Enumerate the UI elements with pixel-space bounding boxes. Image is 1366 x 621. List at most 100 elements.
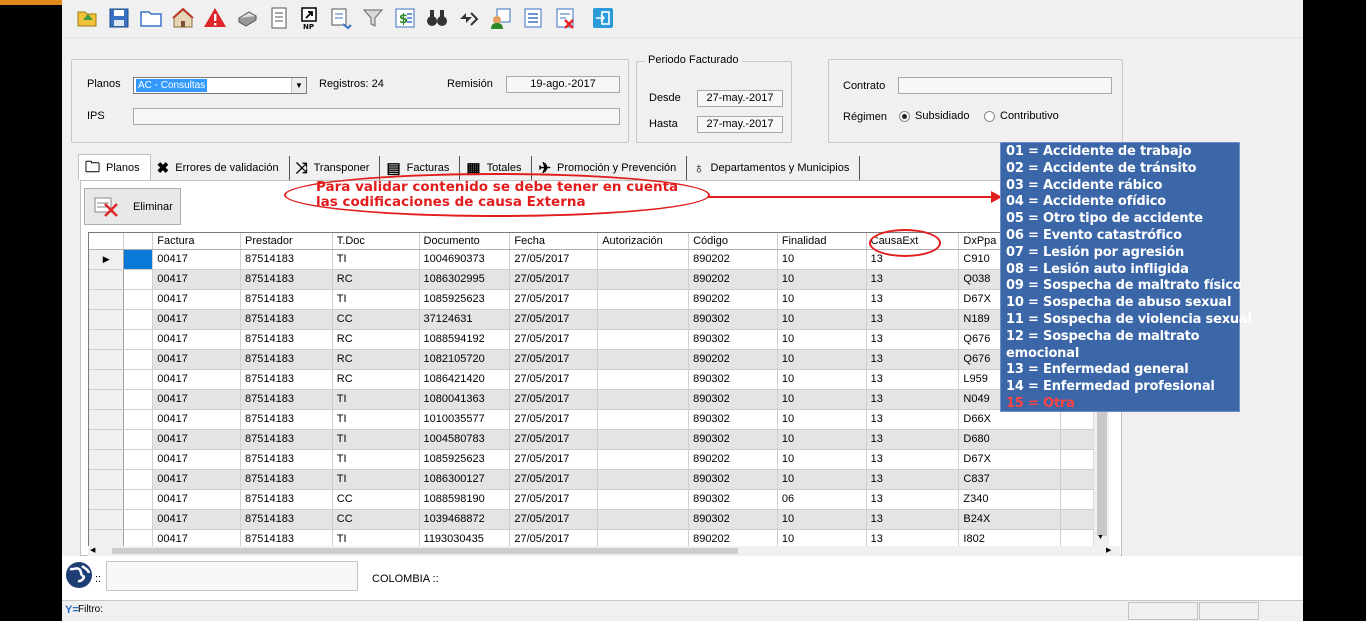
cell-prestador[interactable]: 87514183 (240, 309, 333, 330)
cell-prestador[interactable]: 87514183 (240, 329, 333, 350)
table-row[interactable]: 00417 87514183 TI 1086300127 27/05/2017 89030… (89, 469, 1103, 490)
cell-cdigo[interactable]: 890202 (688, 269, 778, 290)
cell-fecha[interactable]: 27/05/2017 (509, 429, 599, 450)
cell-cdigo[interactable]: 890302 (688, 489, 778, 510)
table-row[interactable]: 00417 87514183 RC 1082105720 27/05/2017 89020… (89, 349, 1103, 370)
selection-cell[interactable] (123, 509, 154, 530)
planos-select[interactable]: AC - Consultas ▼ (133, 77, 307, 94)
cell-prestador[interactable]: 87514183 (240, 269, 333, 290)
column-header-factura[interactable]: Factura (152, 233, 241, 250)
column-header-finalidad[interactable]: Finalidad (777, 233, 867, 250)
user-icon[interactable] (488, 5, 514, 31)
cell-autorizacin[interactable] (597, 389, 690, 410)
open-folder-icon[interactable] (74, 5, 100, 31)
row-header[interactable] (89, 329, 125, 350)
cell-factura[interactable]: 00417 (152, 469, 241, 490)
cell-causaext[interactable]: 13 (866, 509, 960, 530)
cell-tdoc[interactable]: TI (332, 389, 420, 410)
selection-cell[interactable] (123, 289, 154, 310)
cell-prestador[interactable]: 87514183 (240, 489, 333, 510)
list-icon[interactable] (520, 5, 546, 31)
cell-cdigo[interactable]: 890302 (688, 509, 778, 530)
cell-autorizacin[interactable] (597, 269, 690, 290)
tab-errores-validacion[interactable]: ✖ Errores de validación (151, 156, 290, 180)
np-icon[interactable]: NP (296, 5, 322, 31)
cell-prestador[interactable]: 87514183 (240, 369, 333, 390)
column-header-fecha[interactable]: Fecha (509, 233, 599, 250)
cell-tdoc[interactable]: TI (332, 249, 420, 270)
cell-documento[interactable]: 1039468872 (419, 509, 511, 530)
cell-causaext[interactable]: 13 (866, 429, 960, 450)
selection-cell[interactable] (123, 389, 154, 410)
cell-cdigo[interactable]: 890202 (688, 449, 778, 470)
cell-prestador[interactable]: 87514183 (240, 389, 333, 410)
table-row[interactable]: 00417 87514183 RC 1088594192 27/05/2017 89030… (89, 329, 1103, 350)
cell-dxppa[interactable]: D67X (958, 449, 1062, 470)
cell-tdoc[interactable]: CC (332, 489, 420, 510)
cell-autorizacin[interactable] (597, 489, 690, 510)
cell-causaext[interactable]: 13 (866, 289, 960, 310)
column-header-prestador[interactable]: Prestador (240, 233, 333, 250)
cell-cdigo[interactable]: 890302 (688, 389, 778, 410)
cell-documento[interactable]: 1085925623 (419, 289, 511, 310)
cell-tdoc[interactable]: TI (332, 289, 420, 310)
cell-autorizacin[interactable] (597, 289, 690, 310)
delete-icon[interactable] (552, 5, 578, 31)
cell-factura[interactable]: 00417 (152, 269, 241, 290)
cell-fecha[interactable]: 27/05/2017 (509, 509, 599, 530)
row-header[interactable] (89, 409, 125, 430)
column-header-autorizacion[interactable]: Autorización (597, 233, 690, 250)
tab-transponer[interactable]: ⤨ Transponer (290, 156, 381, 180)
row-header[interactable] (89, 289, 125, 310)
contrato-field[interactable] (898, 77, 1112, 94)
cell-finalidad[interactable]: 10 (777, 429, 867, 450)
cell-cdigo[interactable]: 890202 (688, 249, 778, 270)
cell-causaext[interactable]: 13 (866, 469, 960, 490)
cell-documento[interactable]: 37124631 (419, 309, 511, 330)
cell-autorizacin[interactable] (597, 509, 690, 530)
cell-prestador[interactable]: 87514183 (240, 249, 333, 270)
selection-cell[interactable] (123, 349, 154, 370)
cell-prestador[interactable]: 87514183 (240, 429, 333, 450)
table-row[interactable]: ▶ 00417 87514183 TI 1004690373 27/05/2017 8902… (89, 249, 1103, 270)
selection-cell[interactable] (123, 409, 154, 430)
folder-icon[interactable] (138, 5, 164, 31)
scroll-right-icon[interactable]: ▶ (1106, 546, 1111, 554)
cell-causaext[interactable]: 13 (866, 369, 960, 390)
cell-tdoc[interactable]: TI (332, 429, 420, 450)
cell-factura[interactable]: 00417 (152, 489, 241, 510)
cell-documento[interactable]: 1082105720 (419, 349, 511, 370)
cell-fecha[interactable]: 27/05/2017 (509, 409, 599, 430)
horizontal-scrollbar[interactable]: ◀ ▶ (88, 546, 1120, 556)
cell-tdoc[interactable]: CC (332, 509, 420, 530)
subsidiado-radio[interactable] (899, 111, 910, 122)
cell-factura[interactable]: 00417 (152, 349, 241, 370)
cell-autorizacin[interactable] (597, 409, 690, 430)
cell-prestador[interactable]: 87514183 (240, 289, 333, 310)
cell-tdoc[interactable]: TI (332, 409, 420, 430)
cell-documento[interactable]: 1086302995 (419, 269, 511, 290)
column-header-codigo[interactable]: Código (688, 233, 778, 250)
scroll-down-icon[interactable]: ▼ (1097, 534, 1104, 541)
printer-icon[interactable] (234, 5, 260, 31)
tab-planos[interactable]: 🗀 Planos (78, 154, 151, 180)
row-header[interactable]: ▶ (89, 249, 125, 270)
cell-documento[interactable]: 1086421420 (419, 369, 511, 390)
table-row[interactable]: 00417 87514183 CC 1039468872 27/05/2017 89030… (89, 509, 1103, 530)
cell-factura[interactable]: 00417 (152, 309, 241, 330)
column-header-tdoc[interactable]: T.Doc (332, 233, 420, 250)
row-header[interactable] (89, 469, 125, 490)
cell-prestador[interactable]: 87514183 (240, 509, 333, 530)
corner-header[interactable] (89, 233, 125, 250)
cell-prestador[interactable]: 87514183 (240, 469, 333, 490)
cell-tdoc[interactable]: RC (332, 369, 420, 390)
ips-field[interactable] (133, 108, 620, 125)
cell-fecha[interactable]: 27/05/2017 (509, 289, 599, 310)
cell-documento[interactable]: 1004690373 (419, 249, 511, 270)
column-header-documento[interactable]: Documento (419, 233, 511, 250)
cell-fecha[interactable]: 27/05/2017 (509, 309, 599, 330)
cell-cdigo[interactable]: 890302 (688, 369, 778, 390)
cell-cdigo[interactable]: 890302 (688, 409, 778, 430)
cell-factura[interactable]: 00417 (152, 249, 241, 270)
cell-tdoc[interactable]: TI (332, 449, 420, 470)
